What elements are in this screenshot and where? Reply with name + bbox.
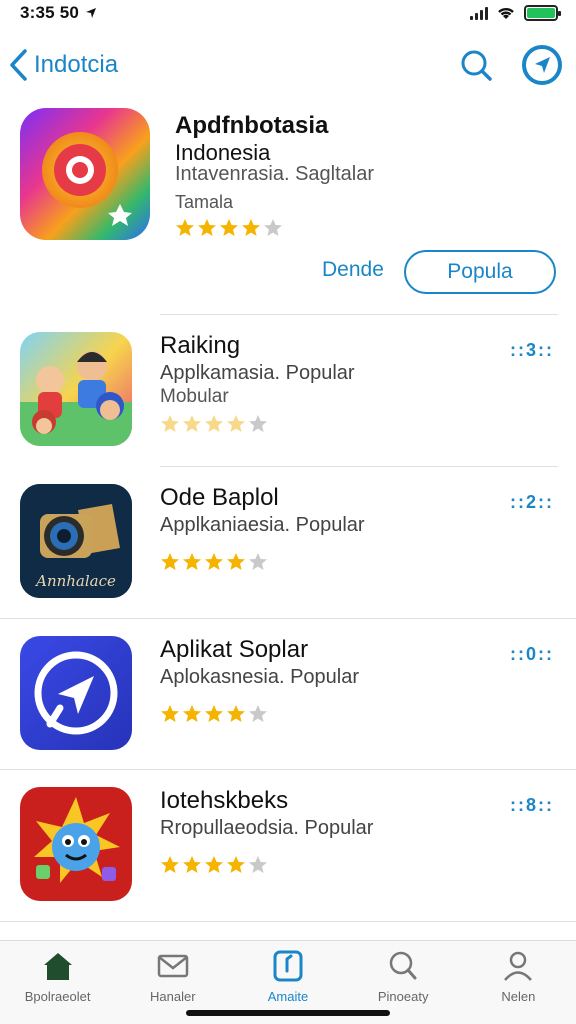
location-arrow-icon [86, 8, 97, 18]
divider [0, 921, 576, 922]
app-category: Mobular [160, 386, 229, 407]
apps-icon [273, 950, 303, 982]
app-icon-caption: Annhalace [34, 572, 116, 590]
tab-bar: Bpolraeolet Hanaler Amaite Pinoeaty Nele… [0, 940, 576, 1024]
app-icon-monster [20, 787, 132, 901]
star-filled-icon [227, 415, 245, 432]
star-filled-icon [183, 856, 201, 873]
search-icon [389, 951, 417, 980]
cellular-signal-icon [470, 6, 488, 20]
compass-button[interactable] [520, 43, 564, 87]
battery-icon [524, 5, 561, 21]
status-time: 3:35 50 [20, 3, 97, 23]
tab-label: Bpolraeolet [24, 989, 91, 1004]
app-rating [160, 704, 268, 724]
featured-app-description: Intavenrasia. Sagltalar [175, 163, 375, 185]
app-subtitle: Applkaniaesia. Popular [160, 514, 365, 536]
status-bar: 3:35 50 [0, 0, 576, 26]
featured-get-button[interactable]: Popula [404, 250, 556, 294]
tab-label: Amaite [267, 989, 309, 1004]
app-rating [160, 414, 268, 434]
star-filled-icon [227, 856, 245, 873]
tab-home[interactable]: Bpolraeolet [3, 949, 113, 1024]
star-empty-icon [249, 553, 267, 570]
star-filled-icon [161, 553, 179, 570]
star-filled-icon [161, 856, 179, 873]
more-options-button[interactable]: ::2:: [510, 492, 554, 513]
app-name: Iotehskbeks [160, 787, 289, 814]
featured-app-icon [20, 108, 150, 240]
star-empty-icon [249, 705, 267, 722]
star-filled-icon [220, 219, 238, 236]
star-filled-icon [183, 705, 201, 722]
featured-app-title: Apdfnbotasia [175, 112, 329, 139]
star-filled-icon [205, 415, 223, 432]
app-rating [160, 855, 268, 875]
app-subtitle: Aplokasnesia. Popular [160, 666, 360, 688]
list-item[interactable]: Aplikat Soplar Aplokasnesia. Popular ::0… [0, 620, 576, 770]
app-rating [160, 552, 268, 572]
more-options-button[interactable]: ::3:: [510, 340, 554, 361]
app-icon-camera: Annhalace [20, 484, 132, 598]
tab-profile[interactable]: Nelen [463, 949, 573, 1024]
star-filled-icon [227, 553, 245, 570]
nav-bar: Indotcia [0, 34, 576, 96]
wifi-icon [498, 7, 514, 19]
star-filled-icon [205, 705, 223, 722]
search-button[interactable] [454, 43, 498, 87]
star-filled-icon [205, 856, 223, 873]
list-item[interactable]: Raiking Applkamasia. Popular Mobular ::3… [0, 316, 576, 466]
back-label: Indotcia [34, 51, 119, 78]
featured-app-category: Tamala [175, 192, 234, 212]
app-name: Ode Baplol [160, 484, 279, 511]
search-icon [461, 50, 492, 81]
list-item[interactable]: Iotehskbeks Rropullaeodsia. Popular ::8:… [0, 771, 576, 921]
divider [0, 618, 576, 619]
compass-icon [522, 45, 562, 85]
star-filled-icon [161, 705, 179, 722]
star-filled-icon [183, 553, 201, 570]
star-filled-icon [198, 219, 216, 236]
app-icon-messenger [20, 636, 132, 750]
star-empty-icon [249, 856, 267, 873]
app-name: Raiking [160, 332, 241, 359]
featured-rating [175, 218, 283, 238]
divider [160, 314, 558, 315]
mail-icon [157, 954, 189, 978]
star-filled-icon [176, 219, 194, 236]
star-filled-icon [161, 415, 179, 432]
tab-label: Hanaler [150, 989, 196, 1004]
chevron-left-icon [10, 49, 27, 81]
more-options-button[interactable]: ::0:: [510, 644, 554, 665]
back-button[interactable]: Indotcia [8, 48, 118, 82]
star-filled-icon [183, 415, 201, 432]
divider [160, 466, 558, 467]
list-item[interactable]: Annhalace Ode Baplol Applkaniaesia. Popu… [0, 468, 576, 618]
star-empty-icon [264, 219, 282, 236]
more-options-button[interactable]: ::8:: [510, 795, 554, 816]
featured-app[interactable]: Apdfnbotasia Indonesia Intavenrasia. Sag… [20, 108, 560, 314]
app-subtitle: Applkamasia. Popular [160, 362, 355, 384]
app-name: Aplikat Soplar [160, 636, 309, 663]
tab-label: Pinoeaty [377, 989, 429, 1004]
home-icon [43, 953, 72, 980]
person-icon [504, 951, 533, 981]
app-subtitle: Rropullaeodsia. Popular [160, 817, 374, 839]
star-filled-icon [242, 219, 260, 236]
star-filled-icon [205, 553, 223, 570]
featured-link[interactable]: Dende [322, 258, 384, 282]
home-indicator [186, 1010, 390, 1016]
tab-label: Nelen [501, 989, 536, 1004]
divider [0, 769, 576, 770]
app-icon-cartoon-kids [20, 332, 132, 446]
star-empty-icon [249, 415, 267, 432]
star-filled-icon [227, 705, 245, 722]
